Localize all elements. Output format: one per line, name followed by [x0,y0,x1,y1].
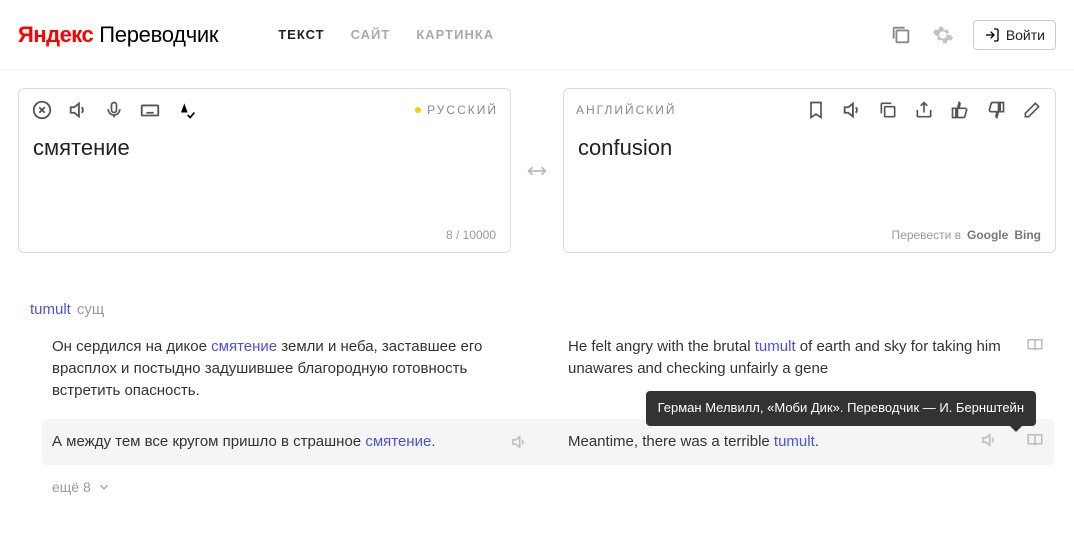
swap-languages-icon[interactable] [520,88,554,253]
thumbs-up-icon[interactable] [949,99,971,121]
example-source: А между тем все кругом пришло в страшное… [52,431,528,453]
example-target: He felt angry with the brutal tumult of … [568,336,1018,380]
mic-icon[interactable] [103,99,125,121]
source-text[interactable]: смятение [19,131,510,220]
target-text: confusion [564,131,1055,220]
logo[interactable]: Яндекс Переводчик [18,22,218,48]
tab-image[interactable]: КАРТИНКА [416,27,494,42]
show-more[interactable]: ещё 8 [52,479,1044,495]
dict-word[interactable]: tumult [30,301,71,318]
source-tooltip: Герман Мелвилл, «Моби Дик». Переводчик —… [646,391,1036,426]
lang-detected-dot [415,107,421,113]
book-icon[interactable] [1026,336,1044,354]
spellcheck-icon[interactable] [175,99,197,121]
speaker-example-icon[interactable] [510,433,528,451]
chevron-down-icon [97,480,111,494]
thumbs-down-icon[interactable] [985,99,1007,121]
logo-product: Переводчик [99,22,218,48]
collections-icon[interactable] [889,23,913,47]
login-button[interactable]: Войти [973,20,1056,50]
login-label: Войти [1006,27,1045,43]
target-panel: АНГЛИЙСКИЙ confusion [563,88,1056,253]
edit-icon[interactable] [1021,99,1043,121]
speaker-example-icon[interactable] [980,431,998,449]
logo-brand: Яндекс [18,22,93,48]
bing-link[interactable]: Bing [1014,228,1041,242]
mode-tabs: ТЕКСТ САЙТ КАРТИНКА [278,27,494,42]
keyboard-icon[interactable] [139,99,161,121]
settings-icon[interactable] [931,23,955,47]
dict-pos: сущ [77,301,104,318]
target-lang[interactable]: АНГЛИЙСКИЙ [576,103,677,117]
clear-icon[interactable] [31,99,53,121]
translate-panels: РУССКИЙ смятение 8 / 10000 АНГЛИЙСКИЙ [0,70,1074,271]
tab-site[interactable]: САЙТ [351,27,391,42]
header: Яндекс Переводчик ТЕКСТ САЙТ КАРТИНКА Во… [0,0,1074,70]
bookmark-icon[interactable] [805,99,827,121]
google-link[interactable]: Google [967,228,1008,242]
copy-icon[interactable] [877,99,899,121]
example-row: А между тем все кругом пришло в страшное… [42,419,1054,465]
speaker-target-icon[interactable] [841,99,863,121]
share-icon[interactable] [913,99,935,121]
example-source: Он сердился на дикое смятение земли и не… [52,336,528,401]
dictionary-section: tumult сущ Он сердился на дикое смятение… [0,271,1074,495]
speaker-source-icon[interactable] [67,99,89,121]
tab-text[interactable]: ТЕКСТ [278,27,324,42]
char-counter: 8 / 10000 [446,228,496,242]
example-target: Meantime, there was a terrible tumult. [568,431,972,453]
book-icon[interactable] [1026,431,1044,449]
source-lang[interactable]: РУССКИЙ [415,103,498,117]
translate-in-label: Перевести в [892,228,961,242]
source-panel: РУССКИЙ смятение 8 / 10000 [18,88,511,253]
